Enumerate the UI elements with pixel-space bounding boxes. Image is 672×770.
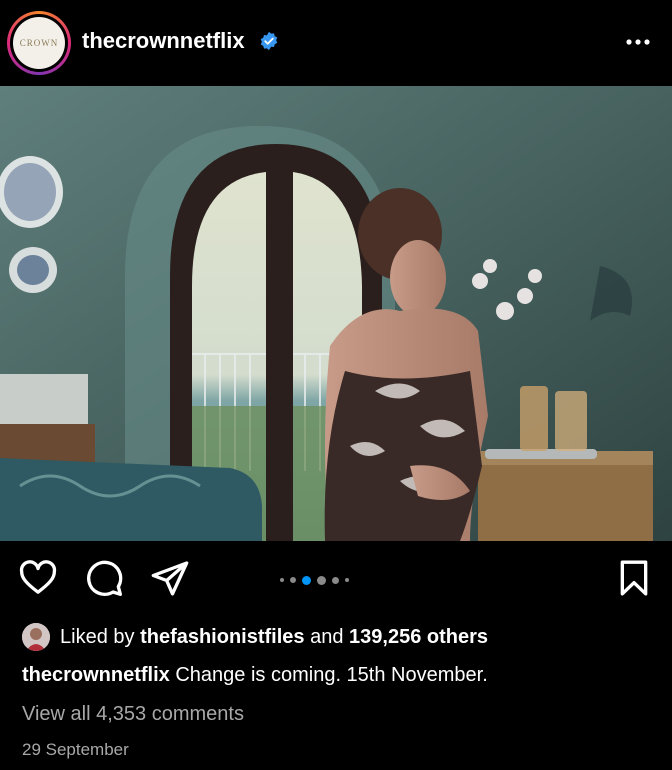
view-comments-link[interactable]: View all 4,353 comments: [22, 703, 244, 726]
post-date: 29 September: [22, 740, 129, 759]
photo-scene: [0, 86, 672, 541]
likes-summary: Liked by thefashionistfiles and 139,256 …: [22, 623, 488, 651]
carousel-dot: [345, 578, 349, 582]
carousel-dot: [317, 575, 326, 585]
verified-badge-icon: [260, 31, 278, 51]
send-icon[interactable]: [150, 558, 190, 598]
action-bar: [0, 541, 672, 621]
likes-count[interactable]: 139,256 others: [349, 626, 488, 649]
carousel-dot: [290, 577, 296, 583]
bookmark-icon[interactable]: [614, 558, 654, 598]
carousel-dot-active: [302, 575, 311, 585]
heart-icon[interactable]: [18, 558, 58, 598]
caption-username[interactable]: thecrownnetflix: [22, 664, 170, 686]
liked-by-user[interactable]: thefashionistfiles: [140, 626, 304, 649]
caption: thecrownnetflix Change is coming. 15th N…: [22, 664, 488, 687]
comment-icon[interactable]: [84, 558, 124, 598]
username[interactable]: thecrownnetflix: [82, 28, 245, 54]
post-photo[interactable]: [0, 86, 672, 541]
caption-text: Change is coming. 15th November.: [175, 664, 488, 686]
carousel-dot: [332, 576, 339, 584]
avatar-border: CROWN: [10, 14, 68, 72]
carousel-indicator: [280, 575, 349, 585]
liker-avatar[interactable]: [22, 623, 50, 651]
avatar-image: [22, 623, 50, 651]
post-header: CROWN thecrownnetflix: [0, 0, 672, 86]
profile-avatar[interactable]: CROWN: [7, 11, 71, 75]
liked-by-and: and: [310, 625, 344, 648]
liked-by-prefix: Liked by: [60, 625, 135, 648]
carousel-dot: [280, 578, 284, 582]
more-options-icon[interactable]: [620, 30, 656, 54]
crown-logo: CROWN: [13, 17, 65, 69]
